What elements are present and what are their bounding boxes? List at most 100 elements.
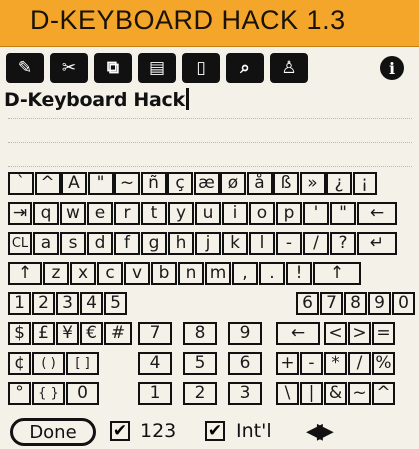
key-row2-9[interactable]: o — [249, 202, 275, 225]
find-icon[interactable]: ⌕ — [226, 53, 264, 83]
key-row4-11[interactable]: ↑ — [313, 262, 361, 285]
key-row6-8[interactable]: ← — [276, 322, 320, 345]
key-row1-1[interactable]: ^ — [34, 172, 61, 195]
key-row6-6[interactable]: 8 — [183, 322, 217, 345]
checkbox-intl[interactable]: ✔ — [205, 421, 225, 441]
key-row4-4[interactable]: v — [124, 262, 150, 285]
key-row8-2[interactable]: 0 — [66, 382, 99, 405]
key-row3-7[interactable]: j — [195, 232, 221, 255]
key-row2-7[interactable]: u — [195, 202, 221, 225]
key-row2-2[interactable]: w — [60, 202, 86, 225]
key-row7-5[interactable]: 6 — [228, 352, 262, 375]
paste-icon[interactable]: ▤ — [138, 53, 176, 83]
key-row7-9[interactable]: / — [348, 352, 371, 375]
key-row1-5[interactable]: ñ — [140, 172, 167, 195]
key-row6-3[interactable]: € — [80, 322, 103, 345]
key-row5_left-2[interactable]: 3 — [56, 292, 79, 315]
key-row3-4[interactable]: f — [114, 232, 140, 255]
key-row7-6[interactable]: + — [276, 352, 299, 375]
key-row2-13[interactable]: ← — [357, 202, 397, 225]
key-row6-10[interactable]: > — [348, 322, 371, 345]
key-row6-1[interactable]: £ — [32, 322, 55, 345]
info-button[interactable]: i — [378, 53, 406, 83]
key-row4-2[interactable]: x — [70, 262, 96, 285]
key-row2-5[interactable]: t — [141, 202, 167, 225]
key-row2-1[interactable]: q — [33, 202, 59, 225]
key-row4-9[interactable]: . — [259, 262, 285, 285]
key-row3-1[interactable]: a — [33, 232, 59, 255]
key-row2-8[interactable]: i — [222, 202, 248, 225]
key-row5_right-2[interactable]: 8 — [344, 292, 367, 315]
key-row1-13[interactable]: ¡ — [352, 172, 377, 195]
key-row2-3[interactable]: e — [87, 202, 113, 225]
key-row1-0[interactable]: ` — [8, 172, 34, 195]
key-row5_left-3[interactable]: 4 — [80, 292, 103, 315]
key-row7-3[interactable]: 4 — [138, 352, 172, 375]
pencil-icon[interactable]: ✎ — [6, 53, 44, 83]
key-row1-10[interactable]: ß — [273, 172, 299, 195]
key-row1-2[interactable]: A — [61, 172, 87, 195]
key-row4-7[interactable]: m — [205, 262, 231, 285]
key-row8-10[interactable]: ^ — [372, 382, 395, 405]
key-row2-10[interactable]: p — [276, 202, 302, 225]
key-row6-2[interactable]: ¥ — [56, 322, 79, 345]
key-row2-12[interactable]: " — [330, 202, 356, 225]
key-row3-0[interactable]: CL — [8, 232, 32, 255]
key-row6-11[interactable]: = — [372, 322, 395, 345]
key-row2-11[interactable]: ' — [303, 202, 329, 225]
key-row8-5[interactable]: 3 — [228, 382, 262, 405]
key-row3-6[interactable]: h — [168, 232, 194, 255]
key-row8-3[interactable]: 1 — [138, 382, 172, 405]
key-row4-6[interactable]: n — [178, 262, 204, 285]
key-row7-10[interactable]: % — [372, 352, 395, 375]
scissors-icon[interactable]: ✂ — [50, 53, 88, 83]
key-row7-7[interactable]: - — [300, 352, 323, 375]
key-row1-6[interactable]: ç — [167, 172, 193, 195]
key-row4-0[interactable]: ↑ — [8, 262, 42, 285]
key-row6-7[interactable]: 9 — [228, 322, 262, 345]
key-row6-4[interactable]: # — [104, 322, 132, 345]
key-row7-2[interactable]: [ ] — [66, 352, 99, 375]
key-row4-5[interactable]: b — [151, 262, 177, 285]
key-row8-4[interactable]: 2 — [183, 382, 217, 405]
key-row3-10[interactable]: - — [276, 232, 302, 255]
key-row1-7[interactable]: æ — [193, 172, 220, 195]
key-row3-11[interactable]: / — [303, 232, 329, 255]
key-row5_right-0[interactable]: 6 — [296, 292, 319, 315]
left-right-arrows-icon[interactable]: ◀▶ — [306, 419, 334, 444]
key-row8-7[interactable]: | — [300, 382, 323, 405]
key-row7-4[interactable]: 5 — [183, 352, 217, 375]
key-row8-8[interactable]: & — [324, 382, 347, 405]
key-row6-5[interactable]: 7 — [138, 322, 172, 345]
key-row1-9[interactable]: å — [246, 172, 273, 195]
key-row1-8[interactable]: ø — [220, 172, 246, 195]
key-row2-4[interactable]: r — [114, 202, 140, 225]
key-row5_right-1[interactable]: 7 — [320, 292, 343, 315]
checkbox-123[interactable]: ✔ — [110, 421, 130, 441]
key-row4-3[interactable]: c — [97, 262, 123, 285]
key-row3-3[interactable]: d — [87, 232, 113, 255]
copy-icon[interactable]: ⧉ — [94, 53, 132, 83]
key-row4-10[interactable]: ! — [286, 262, 312, 285]
key-row3-12[interactable]: ? — [330, 232, 356, 255]
key-row1-3[interactable]: " — [87, 172, 114, 195]
key-row3-9[interactable]: l — [249, 232, 275, 255]
key-row7-0[interactable]: ¢ — [8, 352, 31, 375]
key-row6-0[interactable]: $ — [8, 322, 31, 345]
text-area[interactable]: D-Keyboard Hack — [0, 86, 419, 172]
key-row2-0[interactable]: ⇥ — [8, 202, 32, 225]
key-row1-4[interactable]: ~ — [114, 172, 140, 195]
key-row5_right-4[interactable]: 0 — [392, 292, 415, 315]
key-row1-11[interactable]: » — [299, 172, 326, 195]
key-row4-1[interactable]: z — [43, 262, 69, 285]
key-row3-2[interactable]: s — [60, 232, 86, 255]
key-row5_left-4[interactable]: 5 — [104, 292, 127, 315]
key-row5_right-3[interactable]: 9 — [368, 292, 391, 315]
typed-text[interactable]: D-Keyboard Hack — [4, 88, 189, 111]
person-icon[interactable]: ♙ — [270, 53, 308, 83]
key-row3-13[interactable]: ↵ — [357, 232, 397, 255]
key-row6-9[interactable]: < — [324, 322, 347, 345]
key-row3-8[interactable]: k — [222, 232, 248, 255]
key-row5_left-1[interactable]: 2 — [32, 292, 55, 315]
key-row8-9[interactable]: ~ — [348, 382, 371, 405]
